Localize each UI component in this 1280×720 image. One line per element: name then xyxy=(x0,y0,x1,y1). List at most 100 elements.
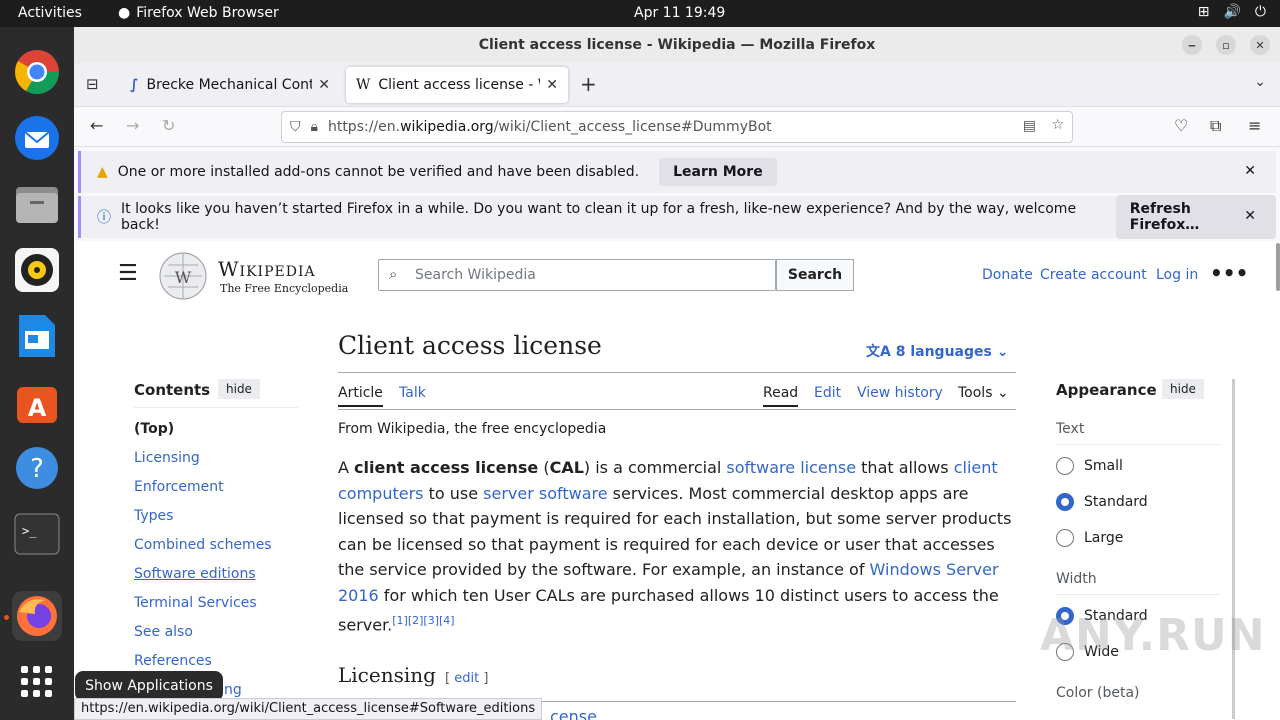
close-notice-icon[interactable]: ✕ xyxy=(1244,208,1256,224)
close-tab-icon[interactable]: ✕ xyxy=(546,77,558,93)
log-in-link[interactable]: Log in xyxy=(1156,267,1198,283)
toc-item-see-also[interactable]: See also xyxy=(134,624,193,640)
app-menu-label: Firefox Web Browser xyxy=(136,5,279,21)
info-icon: ⓘ xyxy=(97,210,111,226)
url-path: /wiki/Client_access_license#DummyBot xyxy=(493,119,772,135)
title-bar[interactable]: Client access license - Wikipedia — Mozi… xyxy=(74,27,1280,63)
toc-item-enforcement[interactable]: Enforcement xyxy=(134,479,224,495)
language-button[interactable]: 文A 8 languages ⌄ xyxy=(866,341,1008,361)
server-software-link[interactable]: server software xyxy=(483,484,607,503)
main-menu-icon[interactable]: ☰ xyxy=(118,261,138,286)
tools-label: Tools xyxy=(958,385,993,401)
lead-paragraph: A client access license (CAL) is a comme… xyxy=(338,458,1012,635)
maximize-button[interactable]: ▫ xyxy=(1216,35,1236,55)
toc-item-top[interactable]: (Top) xyxy=(134,421,174,437)
tab-brecke[interactable]: ∫ Brecke Mechanical Contr ✕ xyxy=(120,67,340,103)
text-small-option[interactable]: Small xyxy=(1056,457,1123,475)
system-tray[interactable]: ⊞ 🔊 ⏻ xyxy=(1198,4,1266,20)
app-menu[interactable]: ● Firefox Web Browser xyxy=(118,5,279,21)
search-placeholder: Search Wikipedia xyxy=(415,267,536,283)
toc-item-terminal-services[interactable]: Terminal Services xyxy=(134,595,257,611)
activities-button[interactable]: Activities xyxy=(18,5,82,21)
toc-item-software-editions[interactable]: Software editions xyxy=(134,566,256,582)
refresh-firefox-bar: ⓘ It looks like you haven’t started Fire… xyxy=(78,195,1276,239)
bookmark-star-icon[interactable]: ☆ xyxy=(1051,117,1064,133)
appearance-hide-button[interactable]: hide xyxy=(1162,379,1204,399)
translate-icon: 文A xyxy=(866,344,891,360)
learn-more-button[interactable]: Learn More xyxy=(659,158,777,186)
url-bar[interactable]: ⛉ 🔒︎ https://en. wikipedia.org/wiki/Clien… xyxy=(281,111,1073,143)
tab-view-history[interactable]: View history xyxy=(857,385,943,401)
tab-title: Brecke Mechanical Contr xyxy=(146,77,313,93)
color-label: Color (beta) xyxy=(1056,685,1140,701)
close-notice-icon[interactable]: ✕ xyxy=(1244,163,1256,179)
partial-link[interactable]: cense xyxy=(550,707,597,720)
contents-hide-button[interactable]: hide xyxy=(218,379,260,399)
minimize-button[interactable]: ‒ xyxy=(1182,35,1202,55)
tools-menu[interactable]: Tools ⌄ xyxy=(958,385,1009,401)
reader-view-icon[interactable]: ▤ xyxy=(1023,118,1036,134)
wikipedia-globe-icon[interactable]: W xyxy=(158,251,208,301)
toc-item-licensing[interactable]: Licensing xyxy=(134,450,200,466)
create-account-link[interactable]: Create account xyxy=(1040,267,1147,283)
list-all-tabs-icon[interactable]: ⌄ xyxy=(1254,74,1266,90)
search-button[interactable]: Search xyxy=(776,259,854,291)
toc-item-types[interactable]: Types xyxy=(134,508,173,524)
section-edit-link[interactable]: [ edit ] xyxy=(445,671,488,686)
files-icon[interactable] xyxy=(12,179,62,229)
toc-item-partial[interactable]: ng xyxy=(224,682,242,698)
rhythmbox-icon[interactable] xyxy=(12,245,62,295)
libreoffice-writer-icon[interactable] xyxy=(12,311,62,361)
show-applications-icon[interactable] xyxy=(12,657,62,707)
wikipedia-tagline: The Free Encyclopedia xyxy=(220,282,349,295)
text-standard-option[interactable]: Standard xyxy=(1056,493,1148,511)
contents-divider xyxy=(134,407,298,408)
window-title: Client access license - Wikipedia — Mozi… xyxy=(478,37,876,53)
tab-talk[interactable]: Talk xyxy=(399,385,426,401)
svg-text:?: ? xyxy=(30,454,44,484)
terminal-icon[interactable]: >_ xyxy=(12,509,62,559)
close-tab-icon[interactable]: ✕ xyxy=(318,77,330,93)
watermark: ANY.RUN xyxy=(1040,610,1266,661)
tab-article[interactable]: Article xyxy=(338,385,383,407)
volume-icon: 🔊 xyxy=(1223,4,1241,20)
back-icon[interactable]: ← xyxy=(90,116,103,135)
citation-links[interactable]: [1][2][3][4] xyxy=(392,614,454,627)
search-icon: ⌕ xyxy=(389,265,398,283)
text-size-label: Text xyxy=(1056,421,1085,437)
more-options-icon[interactable]: ••• xyxy=(1210,261,1248,285)
toc-item-combined-schemes[interactable]: Combined schemes xyxy=(134,537,272,553)
network-icon: ⊞ xyxy=(1197,4,1210,20)
tab-edit[interactable]: Edit xyxy=(814,385,841,401)
clock[interactable]: Apr 11 19:49 xyxy=(634,5,725,21)
wikipedia-wordmark[interactable]: Wikipedia xyxy=(218,257,316,281)
text-large-option[interactable]: Large xyxy=(1056,529,1123,547)
software-license-link[interactable]: software license xyxy=(726,458,856,477)
donate-link[interactable]: Donate xyxy=(982,267,1033,283)
option-label: Small xyxy=(1084,458,1123,474)
help-icon[interactable]: ? xyxy=(12,443,62,493)
tab-read[interactable]: Read xyxy=(763,385,799,407)
menu-icon[interactable]: ≡ xyxy=(1248,116,1261,135)
thunderbird-icon[interactable] xyxy=(12,113,62,163)
extensions-icon[interactable]: ⧉ xyxy=(1210,116,1221,136)
new-tab-icon[interactable]: + xyxy=(580,72,597,96)
forward-icon[interactable]: → xyxy=(126,116,139,135)
page-scrollbar[interactable] xyxy=(1276,243,1280,291)
lock-icon[interactable]: 🔒︎ xyxy=(311,119,318,135)
search-input[interactable]: ⌕ Search Wikipedia xyxy=(378,259,776,291)
app-center-icon[interactable]: A xyxy=(12,377,62,427)
tab-list-icon[interactable]: ⊟ xyxy=(86,75,99,93)
svg-text:>_: >_ xyxy=(22,524,37,538)
close-window-button[interactable]: ✕ xyxy=(1250,35,1270,55)
tab-client-access-license[interactable]: W Client access license - Wi ✕ xyxy=(346,67,568,103)
chrome-icon[interactable] xyxy=(12,47,62,97)
windows-server-2016-link[interactable]: Windows Server 2016 xyxy=(338,560,999,605)
appearance-scrollbar[interactable] xyxy=(1232,379,1235,719)
toc-item-references[interactable]: References xyxy=(134,653,212,669)
firefox-icon[interactable] xyxy=(12,591,62,641)
shield-icon[interactable]: ⛉ xyxy=(290,119,301,135)
pocket-icon[interactable]: ♡ xyxy=(1174,116,1188,135)
reload-icon[interactable]: ↻ xyxy=(162,116,175,135)
addons-warning-bar: ▲ One or more installed add-ons cannot b… xyxy=(78,151,1276,193)
